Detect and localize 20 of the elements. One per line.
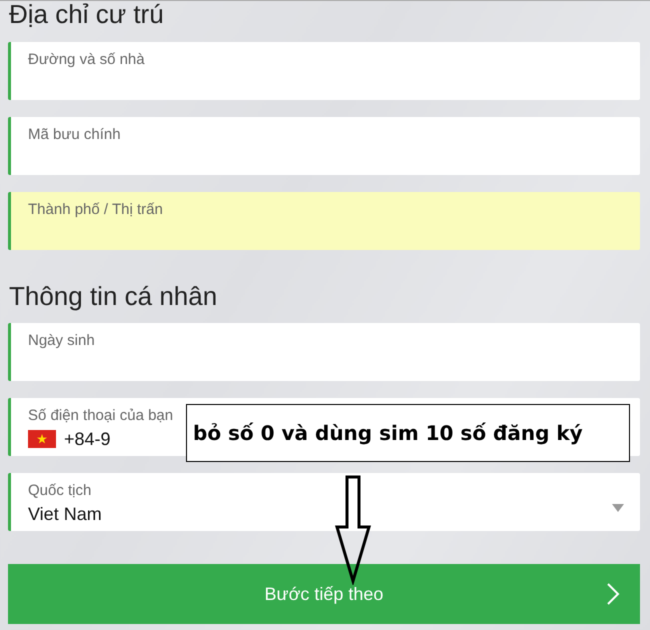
annotation-tooltip: bỏ số 0 và dùng sim 10 số đăng ký [186, 404, 630, 462]
caret-icon [612, 504, 624, 512]
input-field[interactable]: Ngày sinh [8, 323, 640, 381]
next-button[interactable]: Bước tiếp theo [8, 564, 640, 624]
field-label: Mã bưu chính [28, 126, 121, 144]
section-heading: Thông tin cá nhân [8, 282, 218, 310]
select-field[interactable]: Quốc tịch Viet Nam [8, 473, 640, 531]
field-label: Ngày sinh [28, 332, 95, 350]
field-label: Thành phố / Thị trấn [28, 201, 163, 219]
input-field[interactable]: Mã bưu chính [8, 117, 640, 175]
field-label: Quốc tịch [28, 482, 92, 500]
field-label: Đường và số nhà [28, 51, 145, 69]
section-heading: Địa chỉ cư trú [8, 1, 165, 28]
field-label: Số điện thoại của bạn [28, 407, 174, 425]
input-field[interactable]: Thành phố / Thị trấn [8, 192, 640, 250]
chevron-right-icon [606, 582, 620, 606]
flag-icon [28, 430, 56, 448]
input-field[interactable]: Đường và số nhà [8, 42, 640, 100]
field-value: +84-9 [64, 428, 111, 450]
field-value: Viet Nam [28, 503, 102, 525]
